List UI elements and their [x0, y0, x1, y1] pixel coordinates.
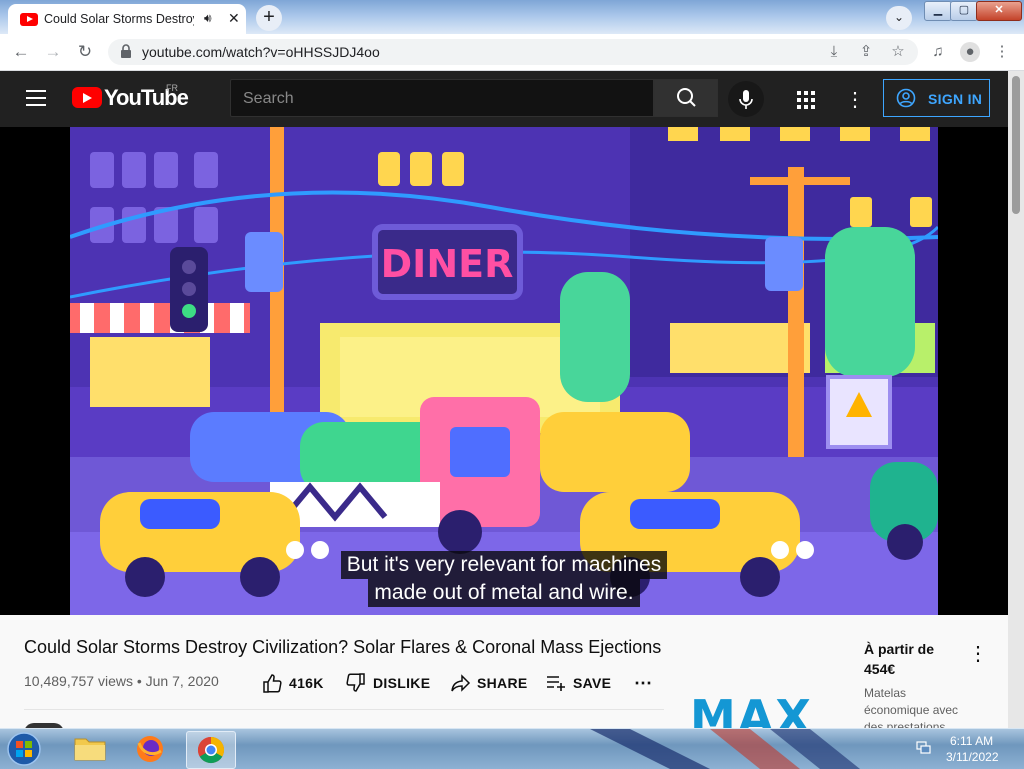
ad-price-prefix: À partir de	[864, 641, 935, 657]
media-control-icon[interactable]: ♫	[928, 42, 948, 62]
network-tray-icon[interactable]	[916, 741, 932, 755]
playlist-add-icon	[547, 676, 565, 691]
search-placeholder: Search	[243, 90, 294, 107]
bookmark-star-icon[interactable]: ☆	[888, 42, 908, 62]
search-icon	[677, 88, 696, 107]
video-frame-illustration: DINER	[70, 127, 938, 615]
new-tab-button[interactable]: +	[256, 5, 282, 31]
window-close-button[interactable]: ✕	[976, 1, 1022, 21]
video-caption: But it's very relevant for machines made…	[0, 551, 1008, 607]
back-button[interactable]: ←	[10, 41, 32, 63]
video-views-date: 10,489,757 views • Jun 7, 2020	[24, 673, 219, 689]
address-bar[interactable]: youtube.com/watch?v=oHHSSJDJ4oo	[108, 39, 918, 65]
microphone-icon	[739, 90, 753, 109]
browser-toolbar: ← → ↻ youtube.com/watch?v=oHHSSJDJ4oo ⤓ …	[0, 34, 1024, 71]
install-app-icon[interactable]: ⤓	[824, 42, 844, 62]
tab-title: Could Solar Storms Destroy Civilization?…	[44, 12, 194, 26]
windows-taskbar: 6:11 AM 3/11/2022	[0, 728, 1024, 769]
youtube-header: YouTube FR Search ⋮ SIGN IN	[0, 71, 1024, 127]
caption-line-1: But it's very relevant for machines	[340, 551, 668, 579]
window-maximize-button[interactable]: ▢	[950, 1, 978, 21]
video-title: Could Solar Storms Destroy Civilization?…	[24, 637, 662, 657]
clock-time[interactable]: 6:11 AM	[950, 734, 993, 748]
section-divider	[24, 709, 664, 710]
url-text: youtube.com/watch?v=oHHSSJDJ4oo	[142, 44, 380, 60]
thumbs-down-icon	[346, 673, 365, 692]
video-info-section: Could Solar Storms Destroy Civilization?…	[0, 615, 1008, 743]
sponsored-ad[interactable]: MAX À partir de 454€ Matelas économique …	[690, 633, 990, 743]
caption-line-2: made out of metal and wire.	[368, 579, 640, 607]
chrome-icon	[197, 736, 225, 764]
tab-search-button[interactable]: ⌄	[886, 6, 912, 30]
more-actions-icon[interactable]: ⋯	[634, 673, 652, 695]
chrome-taskbar-button[interactable]	[186, 731, 236, 769]
window-minimize-button[interactable]: ▁	[924, 1, 952, 21]
folder-icon	[74, 738, 106, 761]
user-avatar-icon	[896, 88, 916, 108]
profile-icon[interactable]: ●	[960, 42, 980, 62]
share-icon	[451, 674, 471, 692]
youtube-logo-icon[interactable]	[72, 87, 102, 108]
speaker-icon[interactable]: 🔊︎	[204, 11, 212, 26]
search-input[interactable]: Search	[230, 79, 654, 117]
thumbs-up-icon	[263, 674, 282, 693]
save-label: SAVE	[573, 675, 612, 691]
browser-tab-strip: Could Solar Storms Destroy Civilization?…	[0, 0, 1024, 34]
lock-icon	[121, 44, 131, 58]
firefox-taskbar-button[interactable]	[126, 731, 174, 767]
dislike-label: DISLIKE	[373, 675, 431, 691]
like-count: 416K	[289, 675, 324, 691]
browser-menu-icon[interactable]: ⋮	[992, 42, 1012, 62]
reload-button[interactable]: ↻	[74, 41, 96, 63]
share-page-icon[interactable]: ⇪	[856, 42, 876, 62]
browser-tab-active[interactable]: Could Solar Storms Destroy Civilization?…	[8, 4, 246, 34]
scrollbar-thumb[interactable]	[1012, 76, 1020, 214]
apps-grid-icon[interactable]	[795, 89, 817, 111]
share-label: SHARE	[477, 675, 528, 691]
voice-search-button[interactable]	[728, 81, 764, 117]
file-explorer-taskbar-button[interactable]	[66, 731, 114, 767]
svg-text:DINER: DINER	[381, 242, 514, 286]
clock-date[interactable]: 3/11/2022	[946, 750, 999, 764]
country-code: FR	[166, 83, 178, 93]
wallpaper-peek	[590, 729, 860, 769]
ad-price: 454€	[864, 661, 896, 677]
tab-close-icon[interactable]: ✕	[228, 10, 240, 27]
ad-more-icon[interactable]: ⋮	[968, 641, 988, 665]
forward-button[interactable]: →	[42, 41, 64, 63]
youtube-favicon-icon	[20, 13, 38, 26]
windows-start-icon[interactable]	[4, 731, 44, 767]
firefox-icon	[137, 736, 163, 762]
search-button[interactable]	[654, 79, 718, 117]
settings-more-icon[interactable]: ⋮	[845, 87, 865, 111]
hamburger-menu-icon[interactable]	[26, 90, 46, 106]
sign-in-button[interactable]: SIGN IN	[883, 79, 990, 117]
video-player[interactable]: DINER But it's very relevant for machine	[0, 127, 1008, 615]
sign-in-label: SIGN IN	[928, 91, 983, 107]
